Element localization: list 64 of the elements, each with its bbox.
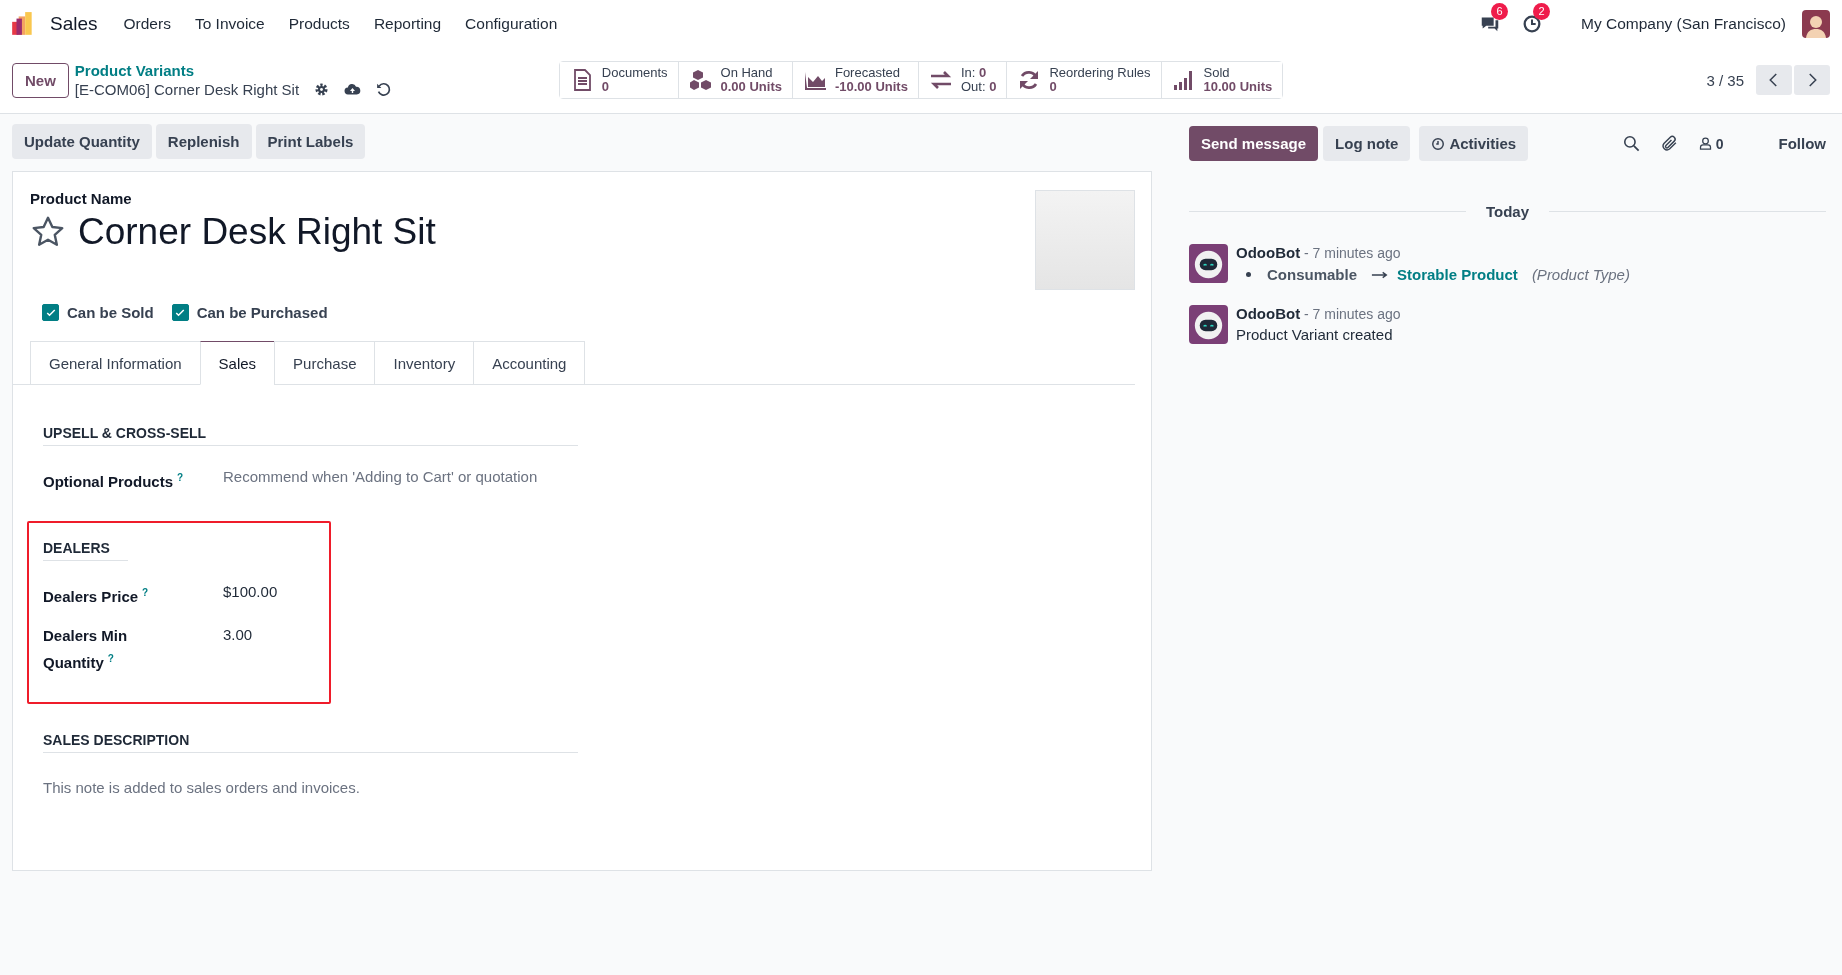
action-button[interactable]: Update Quantity [12, 124, 152, 159]
clock-icon [1431, 136, 1446, 151]
checkbox[interactable] [171, 304, 189, 321]
chatter-button[interactable]: Send message [1189, 126, 1319, 161]
search-icon[interactable] [1621, 134, 1641, 153]
section-title: DEALERS [43, 540, 128, 561]
menu-item[interactable]: Configuration [453, 14, 570, 33]
field-label: Dealers Price $^{?}$ [43, 586, 150, 607]
date-separator: Today [1485, 203, 1530, 220]
tab[interactable]: Inventory [374, 341, 474, 385]
checkbox-label[interactable]: Can be Purchased [196, 304, 328, 321]
menu-item[interactable]: To Invoice [182, 14, 277, 33]
checkbox[interactable] [42, 304, 59, 321]
tab[interactable]: Purchase [274, 341, 375, 385]
robot-avatar-icon [1189, 305, 1228, 344]
new-button[interactable]: New [12, 62, 69, 98]
section-title: SALES DESCRIPTION [43, 732, 578, 753]
tab[interactable]: General Information [30, 341, 200, 385]
smart-button[interactable]: Documents 0 [559, 62, 679, 98]
next-button[interactable] [1794, 65, 1830, 95]
message-body: Product Variant created [1236, 326, 1394, 343]
field-label: Optional Products $^{?}$ [43, 471, 185, 492]
description-field[interactable]: This note is added to sales orders and invoices. [43, 773, 443, 802]
message-author[interactable]: OdooBot [1236, 244, 1301, 261]
message-author[interactable]: OdooBot [1236, 305, 1301, 322]
undo-icon[interactable] [375, 81, 393, 98]
menu-item[interactable]: Orders [111, 14, 183, 33]
message-time: - 7 minutes ago [1304, 306, 1401, 322]
menu-item[interactable]: Products [276, 14, 362, 33]
field-label: Dealers Min Quantity $^{?}$ [43, 626, 129, 673]
breadcrumb-link[interactable]: Product Variants [74, 62, 393, 79]
section-title: UPSELL & CROSS-SELL [43, 425, 578, 446]
product-name[interactable]: Corner Desk Right Sit [78, 211, 436, 253]
user-avatar-icon[interactable] [1802, 9, 1830, 38]
field-label: Product Name [30, 190, 132, 207]
record-title: [E-COM06] Corner Desk Right Sit [74, 81, 300, 98]
company-switcher[interactable]: My Company (San Francisco) [1581, 14, 1786, 33]
input-field[interactable]: Recommend when 'Adding to Cart' or quotation [223, 466, 563, 487]
checkbox-label[interactable]: Can be Sold [67, 304, 154, 321]
action-button[interactable]: Replenish [155, 124, 252, 159]
new-value: Storable Product [1397, 266, 1518, 283]
tab[interactable]: Sales [199, 341, 275, 385]
chatter-button[interactable]: Activities [1419, 126, 1529, 161]
input-field[interactable]: 3.00 [223, 624, 313, 645]
tab[interactable]: Accounting [473, 341, 586, 385]
previous-button[interactable] [1756, 65, 1792, 95]
arrow-icon [1371, 269, 1389, 280]
notification-badge: 2 [1533, 2, 1550, 20]
followers-button[interactable]: 0 [1697, 135, 1724, 152]
pager-counter[interactable]: 3 / 35 [1706, 71, 1744, 89]
notification-badge: 6 [1491, 2, 1508, 20]
cubes-icon [688, 68, 713, 92]
tracked-field: (Product Type) [1531, 266, 1630, 283]
message-time: - 7 minutes ago [1304, 245, 1401, 261]
robot-avatar-icon [1189, 244, 1228, 283]
action-button[interactable]: Print Labels [255, 124, 366, 159]
menu-item[interactable]: Reporting [361, 14, 454, 33]
settings-icon[interactable] [313, 81, 331, 98]
chatter-button[interactable]: Log note [1323, 126, 1411, 161]
app-name[interactable]: Sales [50, 12, 98, 35]
follow-link[interactable]: Follow [1778, 135, 1826, 152]
input-field[interactable]: $100.00 [223, 581, 313, 602]
paperclip-icon[interactable] [1659, 134, 1679, 153]
old-value: Consumable [1267, 266, 1357, 283]
